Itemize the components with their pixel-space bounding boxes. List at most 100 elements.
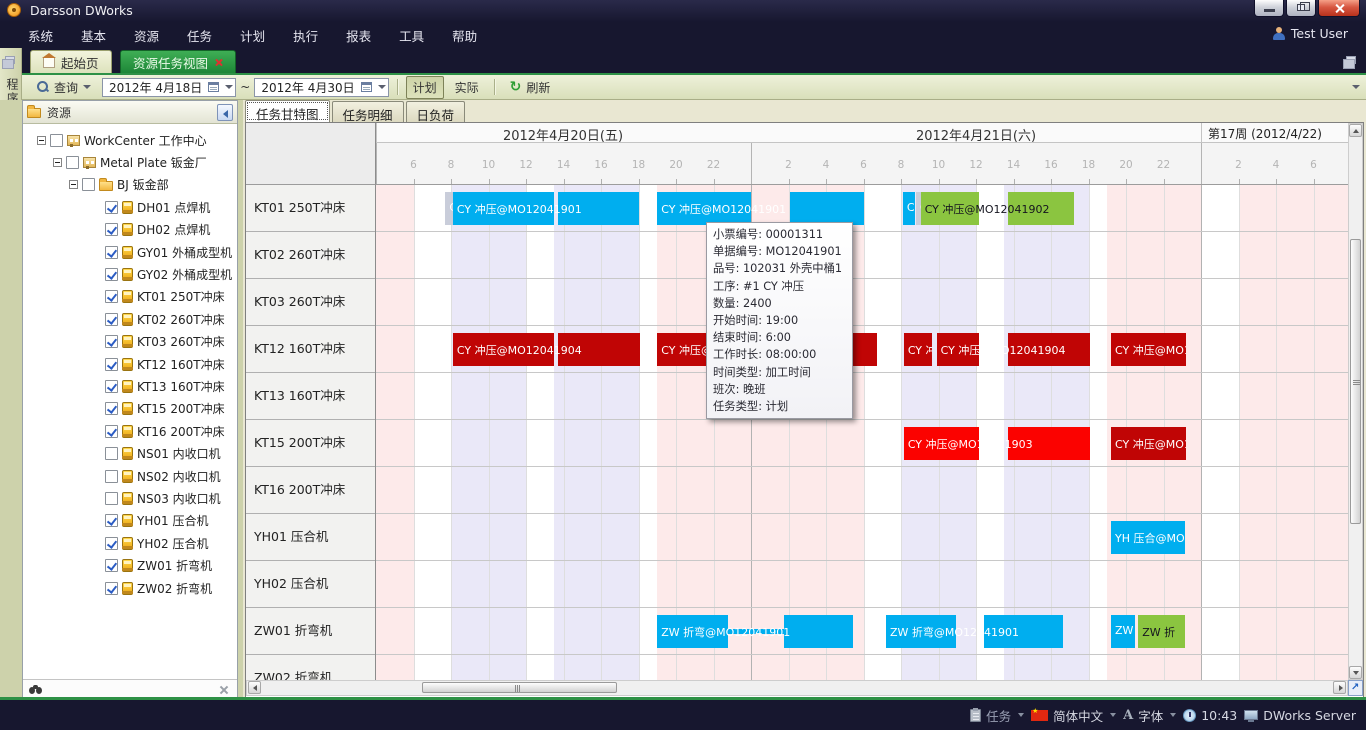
gantt-task[interactable]: ZW — [1111, 608, 1135, 655]
tab-close-icon[interactable] — [214, 58, 223, 67]
status-item-10:43[interactable]: 10:43 — [1183, 708, 1237, 723]
refresh-button[interactable]: ↻ 刷新 — [503, 76, 558, 99]
tree-item[interactable]: Metal Plate 钣金厂 — [23, 151, 237, 173]
chevron-down-icon[interactable] — [1170, 713, 1176, 717]
tab-resource-task-view[interactable]: 资源任务视图 — [120, 50, 236, 73]
tree-item[interactable]: GY01 外桶成型机 — [23, 241, 237, 263]
gantt-task[interactable]: C — [445, 185, 453, 232]
plan-toggle-button[interactable]: 计划 — [406, 76, 444, 99]
tree-item[interactable]: KT15 200T冲床 — [23, 398, 237, 420]
menu-item-资源[interactable]: 资源 — [120, 22, 173, 49]
tree-item[interactable]: NS02 内收口机 — [23, 465, 237, 487]
gantt-task[interactable]: CY 冲压@MO1 — [1111, 420, 1186, 467]
task-bar-segment[interactable] — [790, 192, 863, 225]
menu-item-任务[interactable]: 任务 — [173, 22, 226, 49]
tree-item[interactable]: KT16 200T冲床 — [23, 420, 237, 442]
status-item-DWorks Server[interactable]: DWorks Server — [1244, 708, 1356, 723]
gantt-task[interactable]: CY 冲压@MO12041904 — [453, 326, 641, 373]
collapse-expander-icon[interactable] — [69, 180, 78, 189]
view-tab-任务甘特图[interactable]: 任务甘特图 — [245, 100, 330, 122]
tree-item[interactable]: GY02 外桶成型机 — [23, 263, 237, 285]
tree-item[interactable]: NS03 内收口机 — [23, 487, 237, 509]
status-item-简体中文[interactable]: 简体中文 — [1031, 706, 1116, 725]
view-tab-任务明细[interactable]: 任务明细 — [332, 101, 404, 122]
menu-item-基本[interactable]: 基本 — [67, 22, 120, 49]
tree-item[interactable]: WorkCenter 工作中心 — [23, 129, 237, 151]
tree-item[interactable]: KT13 160T冲床 — [23, 375, 237, 397]
chevron-down-icon[interactable] — [1110, 713, 1116, 717]
status-item-任务[interactable]: 任务 — [970, 706, 1024, 725]
tree-item[interactable]: NS01 内收口机 — [23, 442, 237, 464]
tree-checkbox[interactable] — [105, 514, 118, 527]
tree-item[interactable]: KT01 250T冲床 — [23, 286, 237, 308]
user-badge[interactable]: Test User — [1273, 26, 1348, 41]
menu-item-帮助[interactable]: 帮助 — [438, 22, 491, 49]
tree-checkbox[interactable] — [105, 402, 118, 415]
horizontal-scrollbar[interactable] — [246, 680, 1348, 696]
gantt-task[interactable]: ZW 折 — [1138, 608, 1185, 655]
tree-item[interactable]: DH01 点焊机 — [23, 196, 237, 218]
tree-checkbox[interactable] — [82, 178, 95, 191]
scroll-corner-button[interactable] — [1348, 680, 1363, 696]
tree-checkbox[interactable] — [105, 425, 118, 438]
tree-item[interactable]: ZW02 折弯机 — [23, 577, 237, 599]
gantt-task[interactable]: CY 冲压@MO12041902 — [921, 185, 1074, 232]
gantt-task[interactable]: CY 冲压@MO12041901 — [453, 185, 639, 232]
horizontal-scroll-thumb[interactable] — [422, 682, 617, 693]
tree-item[interactable]: KT12 160T冲床 — [23, 353, 237, 375]
tree-checkbox[interactable] — [105, 223, 118, 236]
collapse-expander-icon[interactable] — [53, 158, 62, 167]
gantt-task[interactable]: CY 冲压@MO1 — [1111, 326, 1186, 373]
close-button[interactable] — [1318, 0, 1360, 17]
gantt-task[interactable]: C — [903, 185, 915, 232]
tree-item[interactable]: DH02 点焊机 — [23, 219, 237, 241]
tree-checkbox[interactable] — [105, 537, 118, 550]
tree-item[interactable]: BJ 钣金部 — [23, 174, 237, 196]
menu-item-系统[interactable]: 系统 — [14, 22, 67, 49]
view-tab-日负荷[interactable]: 日负荷 — [406, 101, 466, 122]
menu-item-执行[interactable]: 执行 — [279, 22, 332, 49]
scroll-left-icon[interactable] — [248, 681, 261, 694]
scroll-up-icon[interactable] — [1349, 124, 1362, 137]
tree-checkbox[interactable] — [105, 290, 118, 303]
minimize-button[interactable] — [1254, 0, 1284, 17]
search-binoculars-icon[interactable] — [29, 685, 43, 694]
gantt-task[interactable]: CY 冲压@MO12041903 — [904, 420, 1091, 467]
menu-item-工具[interactable]: 工具 — [385, 22, 438, 49]
date-from-field[interactable]: 2012年 4月18日 — [102, 78, 236, 97]
tree-checkbox[interactable] — [105, 582, 118, 595]
vertical-scrollbar[interactable] — [1348, 123, 1363, 680]
tree-checkbox[interactable] — [50, 134, 63, 147]
date-to-field[interactable]: 2012年 4月30日 — [254, 78, 388, 97]
actual-toggle-button[interactable]: 实际 — [448, 76, 486, 99]
tree-checkbox[interactable] — [105, 268, 118, 281]
tree-checkbox[interactable] — [105, 201, 118, 214]
tree-checkbox[interactable] — [105, 470, 118, 483]
tab-home-page[interactable]: 起始页 — [30, 50, 112, 73]
gantt-task[interactable]: CY 冲 — [904, 326, 932, 373]
toolbar-overflow-icon[interactable] — [1352, 85, 1360, 89]
vertical-scroll-thumb[interactable] — [1350, 239, 1361, 524]
tree-checkbox[interactable] — [105, 246, 118, 259]
gantt-task[interactable]: CY 冲压@MO12041904 — [937, 326, 1091, 373]
query-button[interactable]: 查询 — [30, 76, 98, 99]
chevron-down-icon[interactable] — [1018, 713, 1024, 717]
collapse-panel-button[interactable] — [217, 104, 233, 121]
tree-item[interactable]: YH01 压合机 — [23, 510, 237, 532]
task-bar-segment[interactable] — [784, 615, 853, 648]
tree-item[interactable]: YH02 压合机 — [23, 532, 237, 554]
tree-checkbox[interactable] — [105, 447, 118, 460]
gantt-task[interactable]: ZW 折弯@MO12041901 — [886, 608, 1063, 655]
status-item-字体[interactable]: A字体 — [1123, 706, 1176, 725]
restore-button[interactable] — [1286, 0, 1316, 17]
gantt-task[interactable]: YH 压合@MO1 — [1111, 514, 1185, 561]
scroll-right-icon[interactable] — [1333, 681, 1346, 694]
collapse-expander-icon[interactable] — [37, 136, 46, 145]
clear-icon[interactable] — [219, 685, 229, 695]
tree-checkbox[interactable] — [105, 380, 118, 393]
tree-checkbox[interactable] — [66, 156, 79, 169]
tree-checkbox[interactable] — [105, 358, 118, 371]
scroll-down-icon[interactable] — [1349, 666, 1362, 679]
tree-checkbox[interactable] — [105, 559, 118, 572]
gantt-task[interactable]: ZW 折弯@MO12041901 — [657, 608, 853, 655]
